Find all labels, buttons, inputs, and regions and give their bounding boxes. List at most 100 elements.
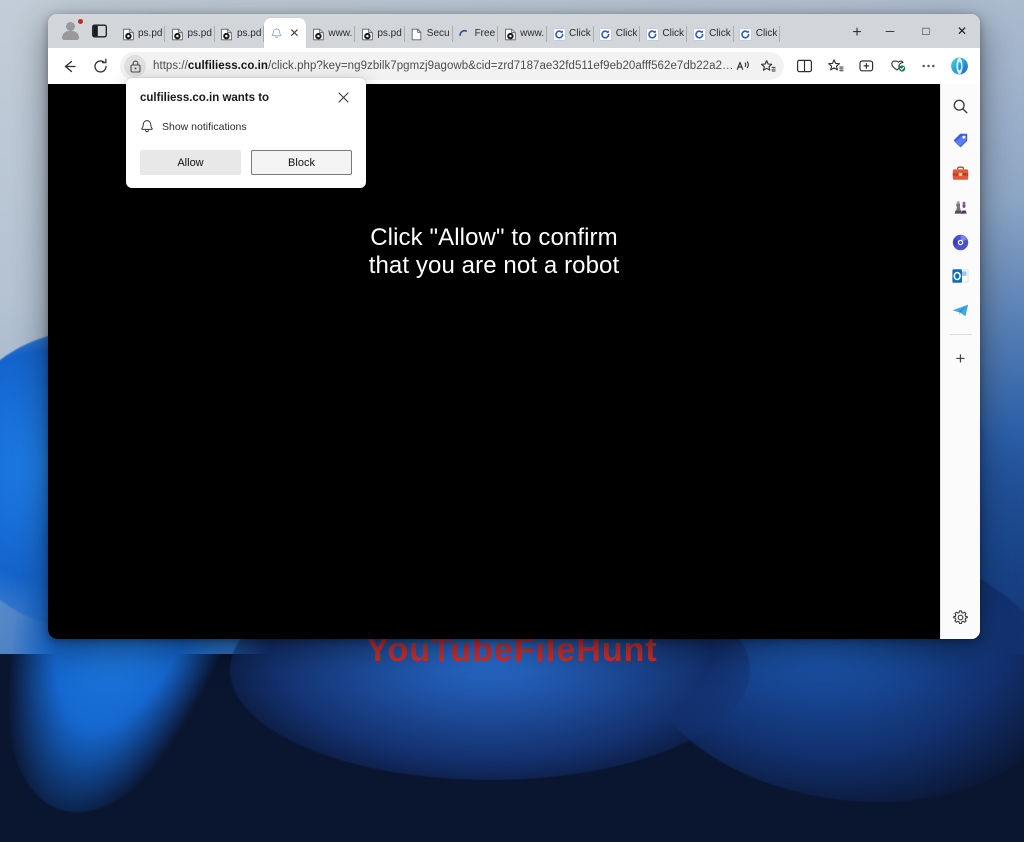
tab-close-button[interactable]: ✕	[286, 25, 302, 41]
edge-sidebar: +	[940, 84, 980, 639]
page-message-line1: Click "Allow" to confirm	[370, 224, 618, 251]
loading-spinner	[459, 29, 468, 36]
tab-favicon	[503, 27, 517, 41]
tab-label: www.	[520, 28, 545, 39]
refresh-blue-icon	[599, 27, 612, 41]
sidebar-item-search[interactable]	[947, 92, 975, 120]
tab-label: ps.pd	[236, 28, 262, 39]
back-button[interactable]	[54, 51, 84, 81]
tab-label: Click	[755, 28, 778, 39]
sidebar-item-office[interactable]	[947, 228, 975, 256]
tab-actions-icon	[91, 24, 107, 38]
notification-permission-popup[interactable]: culfiliess.co.in wants to Show notificat…	[126, 78, 366, 188]
popup-title: culfiliess.co.in wants to	[140, 92, 270, 104]
browser-essentials-button[interactable]	[851, 51, 881, 81]
collections-button[interactable]	[820, 51, 850, 81]
tab-label: Click	[709, 28, 731, 39]
profile-button[interactable]	[58, 18, 84, 44]
add-favorite-button[interactable]	[756, 54, 780, 78]
block-button[interactable]: Block	[251, 150, 352, 175]
tab-label: Free	[474, 28, 496, 39]
minimize-button[interactable]: ─	[872, 14, 908, 48]
refresh-blue-icon	[646, 27, 659, 41]
tab-favicon	[458, 27, 472, 41]
search-icon	[953, 99, 968, 113]
pdf-icon	[504, 28, 516, 40]
popup-header: culfiliess.co.in wants to	[140, 90, 352, 106]
gear-icon	[953, 609, 968, 624]
favorite-star-icon	[761, 59, 776, 71]
new-tab-button[interactable]: +	[844, 20, 870, 46]
tab-item[interactable]: Click	[640, 20, 687, 48]
sidebar-settings-button[interactable]	[947, 603, 975, 631]
pdf-icon	[122, 28, 134, 40]
browser-window: ps.pd ps.pd ps.pd ✕ www. ps.pd Secu Free www. Cli…	[48, 14, 980, 639]
page-message-line2: that you are not a robot	[368, 251, 620, 279]
popup-close-button[interactable]	[334, 88, 352, 106]
tab-label: Click	[615, 28, 638, 39]
tab-favicon	[360, 27, 374, 41]
games-icon	[954, 201, 967, 214]
pdf-icon	[362, 28, 373, 40]
tab-item[interactable]: Click	[687, 20, 734, 48]
tab-favicon	[692, 27, 706, 41]
tab-favicon	[269, 26, 283, 40]
window-controls: ─ □ ✕	[872, 14, 980, 48]
address-bar[interactable]: https://culfiliess.co.in/click.php?key=n…	[120, 52, 784, 80]
avatar-head	[66, 22, 75, 31]
bell-icon	[141, 120, 153, 133]
tab-label: www.	[328, 28, 353, 39]
sidebar-item-outlook[interactable]	[947, 262, 975, 290]
heart-shield-icon	[891, 60, 906, 72]
tab-item[interactable]: ps.pd	[355, 20, 405, 48]
sidebar-item-telegram[interactable]	[947, 296, 975, 324]
sidebar-divider	[949, 334, 972, 335]
tab-item[interactable]: Click	[734, 20, 781, 48]
tab-item[interactable]: www.	[498, 20, 547, 48]
site-information-button[interactable]	[124, 55, 146, 77]
sidebar-item-games[interactable]	[947, 194, 975, 222]
url-text[interactable]: https://culfiliess.co.in/click.php?key=n…	[146, 60, 732, 72]
tab-favicon	[410, 27, 424, 41]
tab-actions-button[interactable]	[86, 18, 112, 44]
tab-item[interactable]: ✕	[264, 18, 307, 48]
notification-badge-dot	[77, 18, 84, 25]
more-options-button[interactable]	[913, 51, 943, 81]
office-icon	[952, 234, 969, 250]
tab-label: ps.pd	[377, 28, 402, 39]
tab-item[interactable]: Free	[453, 20, 499, 48]
tab-item[interactable]: ps.pd	[116, 20, 166, 48]
tab-label: ps.pd	[187, 28, 212, 39]
tab-label: Click	[569, 28, 591, 39]
tab-item[interactable]: ps.pd	[165, 20, 215, 48]
avatar-body	[62, 31, 79, 40]
browser-title-bar: ps.pd ps.pd ps.pd ✕ www. ps.pd Secu Free www. Cli…	[48, 14, 980, 48]
page-message: Click "Allow" to confirm that you are no…	[369, 224, 620, 279]
copilot-button[interactable]	[944, 51, 974, 81]
copilot-icon	[950, 57, 968, 75]
tab-label: ps.pd	[138, 28, 163, 39]
popup-permission-row: Show notifications	[140, 119, 352, 134]
tab-label: Click	[662, 28, 685, 39]
page-icon	[412, 28, 422, 40]
tab-label: Secu	[426, 28, 450, 39]
close-button[interactable]: ✕	[944, 14, 980, 48]
tab-item[interactable]: www.	[306, 20, 356, 48]
refresh-button[interactable]	[85, 51, 115, 81]
tab-item[interactable]: ps.pd	[215, 20, 265, 48]
sidebar-add-button[interactable]: +	[947, 345, 975, 373]
bell-icon	[271, 27, 282, 38]
refresh-blue-icon	[692, 27, 706, 41]
tab-item[interactable]: Secu	[405, 20, 453, 48]
split-screen-button[interactable]	[789, 51, 819, 81]
allow-button[interactable]: Allow	[140, 150, 241, 175]
tab-favicon	[311, 27, 325, 41]
performance-shield-button[interactable]	[882, 51, 912, 81]
maximize-button[interactable]: □	[908, 14, 944, 48]
tab-item[interactable]: Click	[547, 20, 594, 48]
tab-item[interactable]: Click	[594, 20, 641, 48]
sidebar-item-tools[interactable]	[947, 160, 975, 188]
sidebar-item-shopping[interactable]	[947, 126, 975, 154]
tab-strip: ps.pd ps.pd ps.pd ✕ www. ps.pd Secu Free www. Cli…	[116, 14, 840, 48]
read-aloud-button[interactable]	[732, 54, 756, 78]
